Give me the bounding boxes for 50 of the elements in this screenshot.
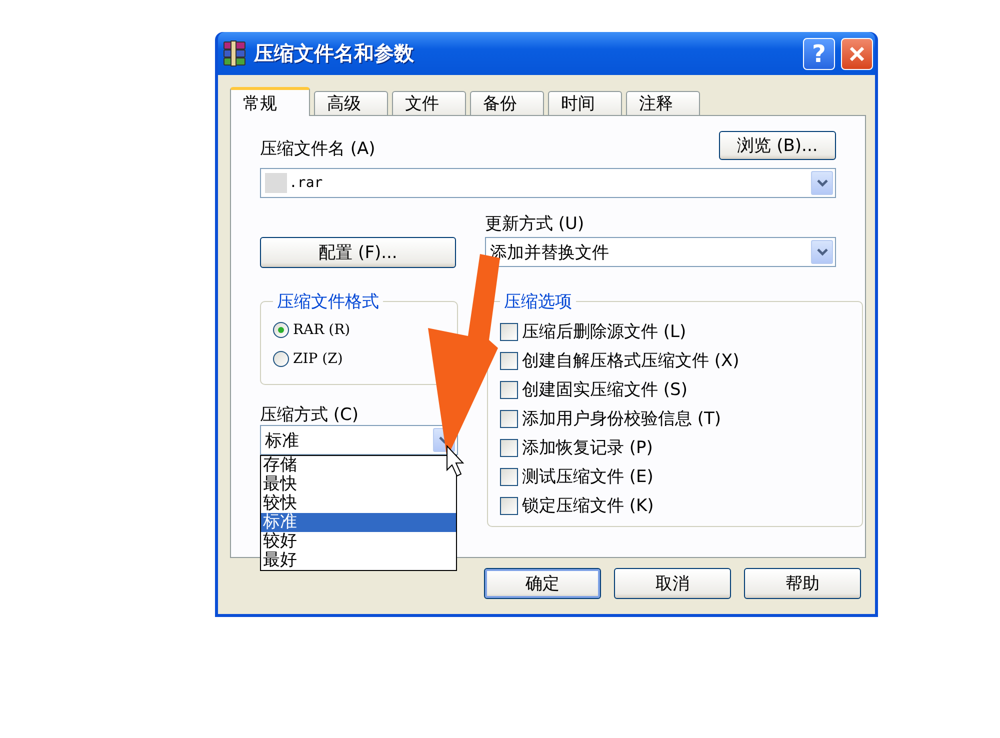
field-label: 压缩方式 (C) [260,404,360,425]
checkbox[interactable] [500,380,518,398]
group-title: 压缩文件格式 [276,291,380,313]
close-icon [848,44,866,62]
checkbox-label: 锁定压缩文件 (K) [522,495,654,517]
group-title: 压缩选项 [503,291,573,313]
field-label: 压缩文件名 (A) [260,138,376,160]
checkbox-label: 压缩后删除源文件 (L) [522,321,686,343]
dropdown-option[interactable]: 最快 [261,475,456,494]
tab[interactable]: 高级 [314,91,388,115]
filename-value: .rar [289,175,323,191]
checkbox[interactable] [500,352,518,370]
dropdown-option[interactable]: 较快 [261,494,456,513]
radio-button[interactable] [273,350,289,366]
filename-combo[interactable]: .rar [260,168,836,198]
checkbox-label: 创建固实压缩文件 (S) [522,379,688,401]
dialog-button[interactable]: 取消 [614,568,731,599]
dropdown-option[interactable]: 标准 [261,513,456,532]
dialog-button[interactable]: 帮助 [744,568,861,599]
checkbox-label: 添加恢复记录 (P) [522,437,653,459]
dropdown-option[interactable]: 较好 [261,532,456,551]
checkbox-label: 添加用户身份校验信息 (T) [522,408,722,430]
profiles-button[interactable]: 配置 (F)... [260,237,456,268]
tab[interactable]: 时间 [548,91,622,115]
checkbox[interactable] [500,410,518,428]
browse-button[interactable]: 浏览 (B)... [719,131,836,160]
checkbox-label: 测试压缩文件 (E) [522,466,654,488]
close-button[interactable] [841,38,873,70]
dropdown-option[interactable]: 最好 [261,551,456,570]
books-icon [222,40,248,68]
radio-label: ZIP (Z) [293,350,343,366]
checkbox[interactable] [500,468,518,486]
window-title: 压缩文件名和参数 [254,40,415,67]
radio-button[interactable] [273,322,289,338]
radio-label: RAR (R) [293,322,350,338]
blurred-text-block [265,173,287,193]
dialog-button[interactable]: 确定 [484,568,601,599]
tab[interactable]: 文件 [392,91,466,115]
checkbox[interactable] [500,322,518,340]
checkbox[interactable] [500,496,518,514]
tab[interactable]: 常规 [230,87,310,116]
field-label: 更新方式 (U) [485,213,586,235]
checkbox[interactable] [500,438,518,456]
tab[interactable]: 备份 [470,91,544,115]
combo-value: 标准 [265,430,300,452]
checkbox-label: 创建自解压格式压缩文件 (X) [522,350,740,372]
chevron-down-icon [816,248,828,256]
method-combo[interactable]: 标准 [260,425,458,455]
chevron-down-icon [816,179,828,187]
tab[interactable]: 注释 [626,91,700,115]
